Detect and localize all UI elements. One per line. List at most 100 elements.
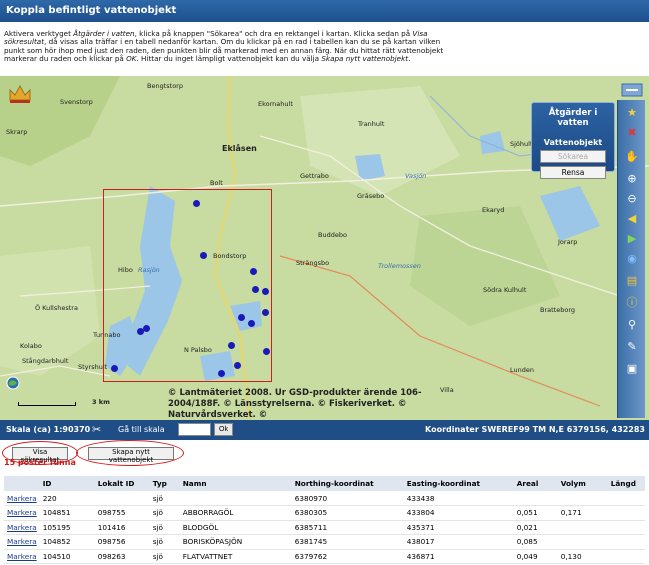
- table-cell: [557, 534, 608, 550]
- zoom-out-icon[interactable]: ⊖: [625, 192, 639, 206]
- table-cell: [607, 549, 645, 564]
- place-label: Vasjön: [405, 172, 427, 180]
- table-row[interactable]: Markera 104510 098263 sjö FLATVATTNET 63…: [4, 549, 645, 564]
- table-cell: 098755: [94, 505, 150, 521]
- table-cell: 104852: [39, 534, 95, 550]
- place-label: Buddebo: [318, 231, 347, 239]
- table-cell: [513, 491, 558, 506]
- map-copyright: © Lantmäteriet 2008. Ur GSD-produkter är…: [168, 388, 422, 420]
- coordinates-readout: Koordinater SWEREF99 TM N,E 6379156, 432…: [425, 425, 645, 434]
- zoom-in-icon[interactable]: ⊕: [625, 172, 639, 186]
- results-table: ID Lokalt ID Typ Namn Northing-koordinat…: [4, 476, 645, 564]
- table-cell: 6379762: [291, 549, 404, 564]
- star-icon[interactable]: ★: [625, 106, 639, 120]
- globe-icon[interactable]: ◉: [625, 252, 639, 266]
- column-header: Easting-koordinat: [403, 476, 514, 491]
- action-panel: Åtgärder i vatten Vattenobjekt Sökarea R…: [531, 102, 615, 179]
- delete-icon[interactable]: ✖: [625, 126, 639, 140]
- place-label: Gettrabo: [300, 172, 329, 180]
- place-label: Jorarp: [558, 238, 578, 246]
- table-cell: [607, 534, 645, 550]
- table-row[interactable]: Markera 105195 101416 sjö BLODGÖL 638571…: [4, 520, 645, 535]
- table-cell: 0,051: [513, 505, 558, 521]
- place-label: Bengtstorp: [147, 82, 183, 90]
- column-header: Northing-koordinat: [291, 476, 404, 491]
- table-cell: ABBORRAGÖL: [179, 505, 292, 521]
- table-cell: 433438: [403, 491, 514, 506]
- select-row-link[interactable]: Markera: [7, 552, 37, 561]
- table-cell: 101416: [94, 520, 150, 535]
- table-cell: [607, 505, 645, 521]
- action-panel-title: Åtgärder i vatten: [548, 108, 598, 128]
- select-row-link[interactable]: Markera: [7, 523, 37, 532]
- place-label: Strängsbo: [296, 259, 330, 267]
- highlight-ring: [76, 440, 184, 466]
- scale-bar-label: 3 km: [92, 398, 110, 406]
- scale-input[interactable]: [178, 423, 211, 436]
- scale-bar: [18, 402, 76, 406]
- table-cell: FLATVATTNET: [179, 549, 292, 564]
- table-cell: [557, 491, 608, 506]
- table-cell: [94, 491, 150, 506]
- table-cell: 098756: [94, 534, 150, 550]
- measure-icon[interactable]: ✎: [625, 340, 639, 354]
- search-icon[interactable]: ⚲: [625, 318, 639, 332]
- select-row-link[interactable]: Markera: [7, 494, 37, 503]
- result-count: 15 poster funna: [4, 458, 76, 467]
- status-bar: Skala (ca) 1:90370 ✂ Gå till skala Ok Ko…: [0, 420, 649, 440]
- place-label: Ekornahult: [258, 100, 293, 108]
- clear-button[interactable]: Rensa: [540, 166, 606, 179]
- table-cell: BORISKÖPASJÖN: [179, 534, 292, 550]
- table-row[interactable]: Markera 104851 098755 sjö ABBORRAGÖL 638…: [4, 505, 645, 521]
- table-cell: [557, 520, 608, 535]
- place-label: Stångdarbhult: [22, 357, 69, 365]
- map-toolbar: ★ ✖ ✋ ⊕ ⊖ ◀ ▶ ◉ ▤ ⓘ ⚲ ✎ ▣: [617, 100, 645, 418]
- table-cell: 0,171: [557, 505, 608, 521]
- forward-arrow-icon[interactable]: ▶: [625, 232, 639, 246]
- back-arrow-icon[interactable]: ◀: [625, 212, 639, 226]
- select-row-link[interactable]: Markera: [7, 508, 37, 517]
- place-label: Lunden: [510, 366, 534, 374]
- table-cell: 0,049: [513, 549, 558, 564]
- search-area-button[interactable]: Sökarea: [540, 150, 606, 163]
- place-label: Tranhult: [358, 120, 385, 128]
- ok-button[interactable]: Ok: [214, 423, 233, 436]
- table-cell: sjö: [149, 520, 180, 535]
- table-cell: 0,085: [513, 534, 558, 550]
- action-panel-subtitle: Vattenobjekt: [543, 138, 603, 147]
- table-row[interactable]: Markera 220 sjö 6380970 433438: [4, 491, 645, 506]
- place-label: Gräsebo: [357, 192, 385, 200]
- table-cell: 104851: [39, 505, 95, 521]
- table-cell: 433804: [403, 505, 514, 521]
- table-cell: 6380970: [291, 491, 404, 506]
- print-icon[interactable]: ▣: [625, 362, 639, 376]
- place-label: Sjöhult: [510, 140, 533, 148]
- hand-pan-icon[interactable]: ✋: [625, 150, 639, 164]
- globe-overview-icon[interactable]: [6, 376, 20, 390]
- map-corner-icon: [621, 83, 643, 97]
- column-header: Typ: [149, 476, 180, 491]
- table-cell: sjö: [149, 491, 180, 506]
- table-cell: 098263: [94, 549, 150, 564]
- table-cell: sjö: [149, 534, 180, 550]
- table-header-row: ID Lokalt ID Typ Namn Northing-koordinat…: [4, 476, 645, 491]
- place-label: Kolabo: [20, 342, 42, 350]
- goto-scale-label: Gå till skala: [118, 425, 165, 434]
- table-cell: sjö: [149, 549, 180, 564]
- table-cell: BLODGÖL: [179, 520, 292, 535]
- column-header: [4, 476, 40, 491]
- table-cell: 105195: [39, 520, 95, 535]
- select-row-link[interactable]: Markera: [7, 537, 37, 546]
- place-label: Bolt: [210, 179, 223, 187]
- place-label: Skrarp: [6, 128, 28, 136]
- place-label: Trollemossen: [378, 262, 421, 270]
- table-cell: 438017: [403, 534, 514, 550]
- table-cell: [179, 491, 292, 506]
- table-cell: 0,130: [557, 549, 608, 564]
- place-label: Svenstorp: [60, 98, 93, 106]
- info-icon[interactable]: ⓘ: [625, 296, 639, 310]
- layers-icon[interactable]: ▤: [625, 274, 639, 288]
- column-header: Längd: [607, 476, 645, 491]
- table-row[interactable]: Markera 104852 098756 sjö BORISKÖPASJÖN …: [4, 534, 645, 550]
- tools-icon[interactable]: ✂: [92, 423, 101, 436]
